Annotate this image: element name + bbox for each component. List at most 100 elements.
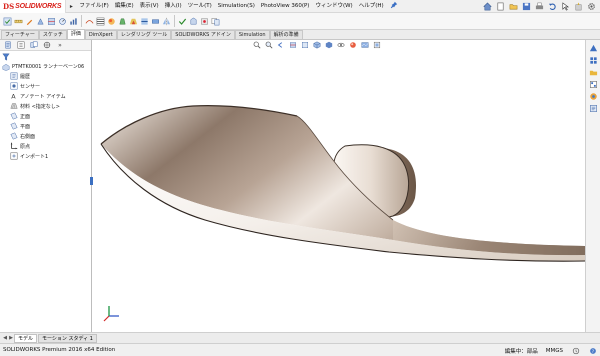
options-gear-icon[interactable] xyxy=(586,2,597,12)
menu-photoview[interactable]: PhotoView 360(P) xyxy=(258,0,313,13)
tab-simulation[interactable]: Simulation xyxy=(234,30,270,39)
quick-access-toolbar xyxy=(482,0,600,13)
toolbar-separator xyxy=(81,15,82,27)
origin-icon xyxy=(10,142,18,150)
previous-view-icon[interactable] xyxy=(276,41,285,50)
tree-item-annotations[interactable]: A アノテート アイテム xyxy=(0,91,91,101)
edit-appearance-icon[interactable] xyxy=(348,41,357,50)
view-settings-icon[interactable] xyxy=(372,41,381,50)
save-icon[interactable] xyxy=(521,2,532,12)
sensor-tool-icon[interactable] xyxy=(57,16,67,27)
parting-line-analysis-icon[interactable] xyxy=(139,16,149,27)
compare-documents-icon[interactable] xyxy=(210,16,220,27)
custom-properties-icon[interactable] xyxy=(588,103,598,114)
menu-file[interactable]: ファイル(F) xyxy=(76,0,111,13)
import-icon xyxy=(10,152,18,160)
display-style-icon[interactable] xyxy=(324,41,333,50)
open-folder-icon[interactable] xyxy=(508,2,519,12)
curvature-icon[interactable] xyxy=(106,16,116,27)
print-icon[interactable] xyxy=(534,2,545,12)
tab-analysis-preparation[interactable]: 解析の準備 xyxy=(269,30,303,39)
thickness-analysis-icon[interactable] xyxy=(150,16,160,27)
measure-icon[interactable] xyxy=(13,16,23,27)
markup-icon[interactable] xyxy=(24,16,34,27)
view-orientation-icon[interactable] xyxy=(312,41,321,50)
tab-motion-study[interactable]: モーション スタディ 1 xyxy=(38,333,97,343)
draft-analysis-icon[interactable] xyxy=(117,16,127,27)
solidworks-logo[interactable]: DS SOLIDWORKS xyxy=(0,0,67,13)
menu-tools[interactable]: ツール(T) xyxy=(185,0,215,13)
unit-system-selector[interactable]: MMGS xyxy=(546,348,563,354)
mass-properties-icon[interactable] xyxy=(35,16,45,27)
graphics-area[interactable] xyxy=(93,50,585,332)
menu-window[interactable]: ウィンドウ(W) xyxy=(312,0,355,13)
appearances-scenes-icon[interactable] xyxy=(588,91,598,102)
menu-expand-icon[interactable]: ▸ xyxy=(66,0,76,13)
geometry-analysis-icon[interactable] xyxy=(188,16,198,27)
tree-item-front-plane[interactable]: 正面 xyxy=(0,111,91,121)
hide-show-items-icon[interactable] xyxy=(336,41,345,50)
tree-item-history[interactable]: 履歴 xyxy=(0,71,91,81)
tree-item-material[interactable]: 材料 <指定なし> xyxy=(0,101,91,111)
tab-evaluate[interactable]: 評価 xyxy=(66,29,85,39)
toolbar-separator xyxy=(174,15,175,27)
statistics-icon[interactable] xyxy=(68,16,78,27)
zoom-to-area-icon[interactable] xyxy=(264,41,273,50)
solidworks-resources-icon[interactable] xyxy=(588,43,598,54)
home-icon[interactable] xyxy=(482,2,493,12)
section-properties-icon[interactable] xyxy=(46,16,56,27)
tab-model[interactable]: モデル xyxy=(14,333,38,343)
filter-icon[interactable] xyxy=(0,51,91,62)
tree-item-right-plane[interactable]: 右側面 xyxy=(0,131,91,141)
zebra-stripes-icon[interactable] xyxy=(95,16,105,27)
configurationmanager-icon[interactable] xyxy=(29,41,39,50)
tree-item-import1[interactable]: インポート1 xyxy=(0,151,91,161)
deviation-analysis-icon[interactable] xyxy=(84,16,94,27)
dimxpertmanager-icon[interactable] xyxy=(42,41,52,50)
dynamic-annotation-icon[interactable] xyxy=(300,41,309,50)
menu-simulation[interactable]: Simulation(S) xyxy=(215,0,258,13)
apply-scene-icon[interactable] xyxy=(360,41,369,50)
menu-edit[interactable]: 編集(E) xyxy=(112,0,137,13)
tab-render-tools[interactable]: レンダリング ツール xyxy=(116,30,172,39)
pushpin-icon[interactable] xyxy=(390,1,398,11)
featuremanager-tree-icon[interactable] xyxy=(3,41,13,50)
plane-icon xyxy=(10,122,18,130)
design-library-icon[interactable] xyxy=(588,55,598,66)
menu-help[interactable]: ヘルプ(H) xyxy=(356,0,387,13)
part-icon xyxy=(2,63,10,71)
tree-item-sensors[interactable]: センサー xyxy=(0,81,91,91)
tree-root-part[interactable]: PTMTK0001 ランナーベーン06 xyxy=(0,62,91,71)
section-view-icon[interactable] xyxy=(288,41,297,50)
design-checker-icon[interactable] xyxy=(2,16,12,27)
quick-tips-icon[interactable]: ? xyxy=(588,346,597,355)
menu-insert[interactable]: 挿入(I) xyxy=(162,0,185,13)
tab-addins[interactable]: SOLIDWORKS アドイン xyxy=(171,30,235,39)
tab-features[interactable]: フィーチャー xyxy=(1,30,39,39)
import-diagnostics-icon[interactable] xyxy=(199,16,209,27)
symmetry-check-icon[interactable] xyxy=(161,16,171,27)
undo-icon[interactable] xyxy=(547,2,558,12)
menu-view[interactable]: 表示(V) xyxy=(137,0,162,13)
propertymanager-icon[interactable] xyxy=(16,41,26,50)
status-bar: SOLIDWORKS Premium 2016 x64 Edition 編集中：… xyxy=(0,343,600,356)
more-tabs-icon[interactable]: » xyxy=(55,41,65,50)
tree-item-origin[interactable]: 原点 xyxy=(0,141,91,151)
runner-vane-model[interactable] xyxy=(93,50,585,332)
file-explorer-icon[interactable] xyxy=(588,67,598,78)
tab-dimxpert[interactable]: DimXpert xyxy=(84,30,117,39)
rebuild-status-icon[interactable] xyxy=(571,346,580,355)
tab-sketch[interactable]: スケッチ xyxy=(38,30,67,39)
tree-item-top-plane[interactable]: 平面 xyxy=(0,121,91,131)
zoom-to-fit-icon[interactable] xyxy=(252,41,261,50)
command-manager-tabs: フィーチャー スケッチ 評価 DimXpert レンダリング ツール SOLID… xyxy=(0,29,600,40)
new-document-icon[interactable] xyxy=(495,2,506,12)
rebuild-icon[interactable] xyxy=(573,2,584,12)
menu-bar: DS SOLIDWORKS ▸ ファイル(F) 編集(E) 表示(V) 挿入(I… xyxy=(0,0,600,13)
view-palette-icon[interactable] xyxy=(588,79,598,90)
check-icon[interactable] xyxy=(177,16,187,27)
undercut-analysis-icon[interactable] xyxy=(128,16,138,27)
coordinate-triad-icon xyxy=(103,306,119,322)
select-cursor-icon[interactable] xyxy=(560,2,571,12)
heads-up-view-toolbar xyxy=(252,40,381,50)
